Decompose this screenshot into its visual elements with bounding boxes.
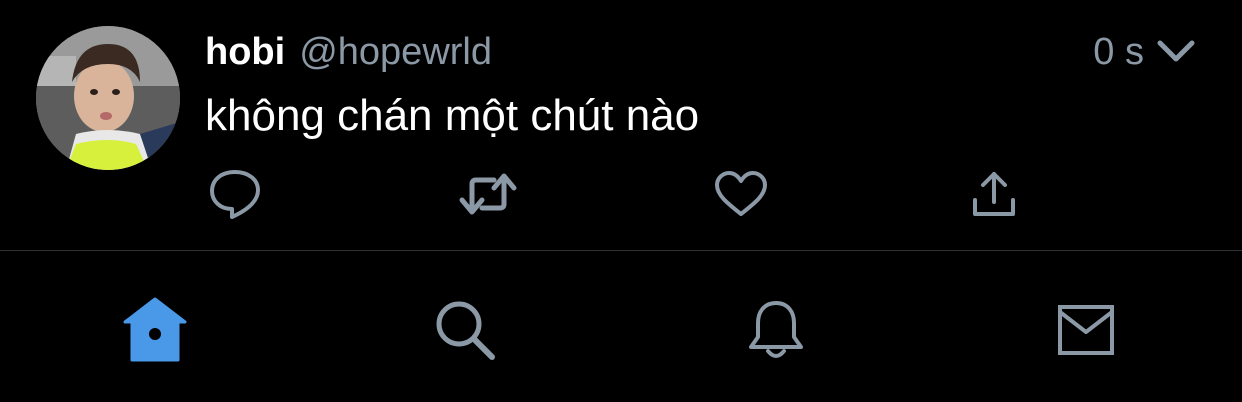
display-name[interactable]: hobi [205, 28, 285, 76]
share-button[interactable] [964, 168, 1024, 224]
mail-icon [1055, 302, 1117, 363]
reply-bubble-icon [207, 168, 263, 225]
bell-icon [745, 297, 807, 368]
share-icon [969, 168, 1019, 225]
avatar-photo [36, 26, 180, 170]
tweet-header: hobi @hopewrld [205, 28, 492, 78]
heart-icon [713, 169, 769, 224]
tab-home[interactable] [118, 295, 192, 369]
tab-messages[interactable] [1049, 295, 1123, 369]
tab-notifications[interactable] [739, 295, 813, 369]
reply-button[interactable] [205, 168, 265, 224]
tweet-timestamp: 0 s [1093, 31, 1144, 73]
like-button[interactable] [711, 168, 771, 224]
tweet[interactable]: hobi @hopewrld 0 s không chán một chút n… [0, 0, 1242, 250]
tab-search[interactable] [428, 295, 502, 369]
user-handle[interactable]: @hopewrld [299, 28, 492, 76]
chevron-down-icon[interactable] [1156, 38, 1196, 66]
tweet-text: không chán một chút nào [205, 91, 700, 140]
search-icon [432, 297, 498, 368]
avatar[interactable] [36, 26, 180, 170]
retweet-button[interactable] [458, 168, 518, 224]
divider [0, 250, 1242, 251]
retweet-icon [458, 170, 518, 223]
home-icon [122, 296, 188, 369]
twitter-app-screen: hobi @hopewrld 0 s không chán một chút n… [0, 0, 1242, 402]
